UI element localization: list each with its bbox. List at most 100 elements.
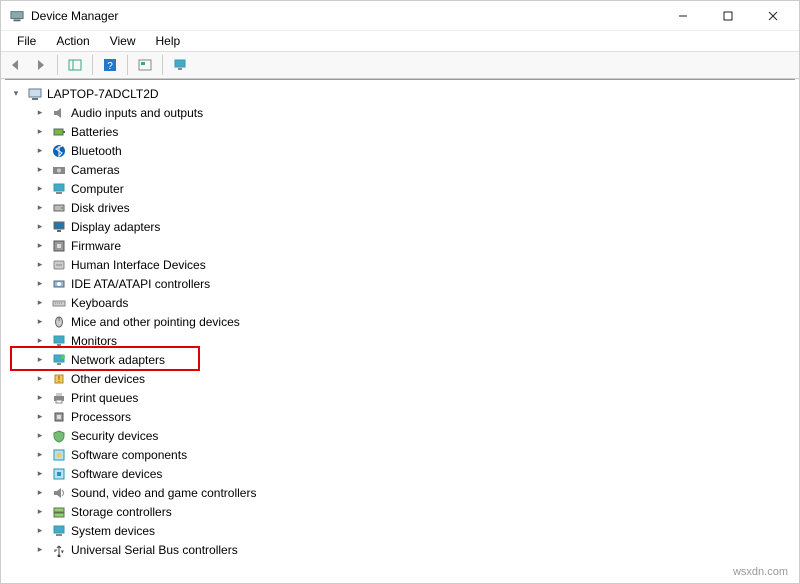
expand-icon[interactable]: ▸ — [33, 334, 47, 348]
tree-item[interactable]: ▸ Storage controllers — [5, 502, 795, 521]
tree-item[interactable]: ▸Network adapters — [5, 350, 795, 369]
expand-icon[interactable]: ▸ — [33, 429, 47, 443]
tree-item[interactable]: ▸ Batteries — [5, 122, 795, 141]
tree-item[interactable]: ▸Security devices — [5, 426, 795, 445]
tree-item-label: Batteries — [71, 125, 118, 139]
svg-text:!: ! — [58, 375, 60, 384]
back-button[interactable] — [5, 54, 27, 76]
sound-icon — [51, 485, 67, 501]
expand-icon[interactable]: ▸ — [33, 125, 47, 139]
tree-item-label: Storage controllers — [71, 505, 172, 519]
tree-item-label: System devices — [71, 524, 155, 538]
tree-item-label: Audio inputs and outputs — [71, 106, 203, 120]
close-button[interactable] — [750, 2, 795, 30]
tree-item-label: Bluetooth — [71, 144, 122, 158]
toolbar-separator — [92, 55, 93, 75]
tree-view[interactable]: ▾ LAPTOP-7ADCLT2D ▸ Audio inputs and output… — [5, 79, 795, 583]
tree-item-label: Human Interface Devices — [71, 258, 206, 272]
menu-help[interactable]: Help — [146, 32, 191, 50]
minimize-button[interactable] — [660, 2, 705, 30]
tree-item-label: Computer — [71, 182, 124, 196]
tree-item[interactable]: ▸ System devices — [5, 521, 795, 540]
tree-item[interactable]: ▸ Computer — [5, 179, 795, 198]
tree-item-label: Cameras — [71, 163, 120, 177]
menubar: File Action View Help — [1, 31, 799, 51]
menu-action[interactable]: Action — [46, 32, 99, 50]
expand-icon[interactable]: ▸ — [33, 277, 47, 291]
tree-root-node[interactable]: ▾ LAPTOP-7ADCLT2D — [5, 84, 795, 103]
tree-item[interactable]: ▸ Human Interface Devices — [5, 255, 795, 274]
expand-icon[interactable]: ▸ — [33, 315, 47, 329]
tree-item-label: Software devices — [71, 467, 162, 481]
expand-icon[interactable]: ▸ — [33, 353, 47, 367]
help-button[interactable]: ? — [99, 54, 121, 76]
expand-icon[interactable]: ▸ — [33, 239, 47, 253]
expand-icon[interactable]: ▸ — [33, 201, 47, 215]
tree-item[interactable]: ▸ Audio inputs and outputs — [5, 103, 795, 122]
tree-item[interactable]: ▸!Other devices — [5, 369, 795, 388]
svg-text:?: ? — [107, 61, 113, 72]
show-hide-tree-button[interactable] — [64, 54, 86, 76]
tree-item[interactable]: ▸ Cameras — [5, 160, 795, 179]
expand-icon[interactable]: ▸ — [33, 163, 47, 177]
expand-icon[interactable]: ▸ — [33, 296, 47, 310]
window-title: Device Manager — [31, 9, 660, 23]
expand-icon[interactable]: ▸ — [33, 524, 47, 538]
expand-icon[interactable]: ▸ — [33, 543, 47, 557]
monitor-button[interactable] — [169, 54, 191, 76]
tree-item[interactable]: ▸ Disk drives — [5, 198, 795, 217]
tree-item[interactable]: ▸ Software devices — [5, 464, 795, 483]
expand-icon[interactable]: ▸ — [33, 182, 47, 196]
expand-icon[interactable]: ▸ — [33, 220, 47, 234]
tree-item-label: Universal Serial Bus controllers — [71, 543, 238, 557]
battery-icon — [51, 124, 67, 140]
swdev-icon — [51, 466, 67, 482]
toolbar: ? — [1, 51, 799, 79]
tree-item[interactable]: ▸Keyboards — [5, 293, 795, 312]
storage-icon — [51, 504, 67, 520]
expand-icon[interactable]: ▸ — [33, 258, 47, 272]
tree-item[interactable]: ▸ Monitors — [5, 331, 795, 350]
expand-icon[interactable]: ▸ — [33, 448, 47, 462]
expand-icon[interactable]: ▸ — [33, 144, 47, 158]
expand-icon[interactable]: ▸ — [33, 391, 47, 405]
tree-item-label: Monitors — [71, 334, 117, 348]
network-icon — [51, 352, 67, 368]
tree-item[interactable]: ▸Print queues — [5, 388, 795, 407]
expand-icon[interactable]: ▸ — [33, 486, 47, 500]
menu-file[interactable]: File — [7, 32, 46, 50]
tree-root-label: LAPTOP-7ADCLT2D — [47, 87, 159, 101]
computer-icon — [27, 86, 43, 102]
app-icon — [9, 8, 25, 24]
toolbar-separator — [57, 55, 58, 75]
forward-button[interactable] — [29, 54, 51, 76]
expand-icon[interactable]: ▸ — [33, 372, 47, 386]
tree-item-label: Mice and other pointing devices — [71, 315, 240, 329]
tree-item-label: Disk drives — [71, 201, 130, 215]
tree-item[interactable]: ▸ Universal Serial Bus controllers — [5, 540, 795, 559]
tree-item[interactable]: ▸Sound, video and game controllers — [5, 483, 795, 502]
expand-icon[interactable]: ▸ — [33, 410, 47, 424]
firmware-icon — [51, 238, 67, 254]
disk-icon — [51, 200, 67, 216]
tree-item[interactable]: ▸ Bluetooth — [5, 141, 795, 160]
tree-item[interactable]: ▸Software components — [5, 445, 795, 464]
menu-view[interactable]: View — [100, 32, 146, 50]
maximize-button[interactable] — [705, 2, 750, 30]
tree-item[interactable]: ▸Display adapters — [5, 217, 795, 236]
swcomp-icon — [51, 447, 67, 463]
tree-item[interactable]: ▸Firmware — [5, 236, 795, 255]
expand-icon[interactable]: ▸ — [33, 106, 47, 120]
tree-item[interactable]: ▸Processors — [5, 407, 795, 426]
expand-icon[interactable]: ▸ — [33, 505, 47, 519]
camera-icon — [51, 162, 67, 178]
speaker-icon — [51, 105, 67, 121]
system-icon — [51, 523, 67, 539]
expand-icon[interactable]: ▸ — [33, 467, 47, 481]
usb-icon — [51, 542, 67, 558]
tree-item[interactable]: ▸ IDE ATA/ATAPI controllers — [5, 274, 795, 293]
tree-item[interactable]: ▸ Mice and other pointing devices — [5, 312, 795, 331]
tree-item-label: IDE ATA/ATAPI controllers — [71, 277, 210, 291]
scan-hardware-button[interactable] — [134, 54, 156, 76]
collapse-icon[interactable]: ▾ — [9, 87, 23, 101]
